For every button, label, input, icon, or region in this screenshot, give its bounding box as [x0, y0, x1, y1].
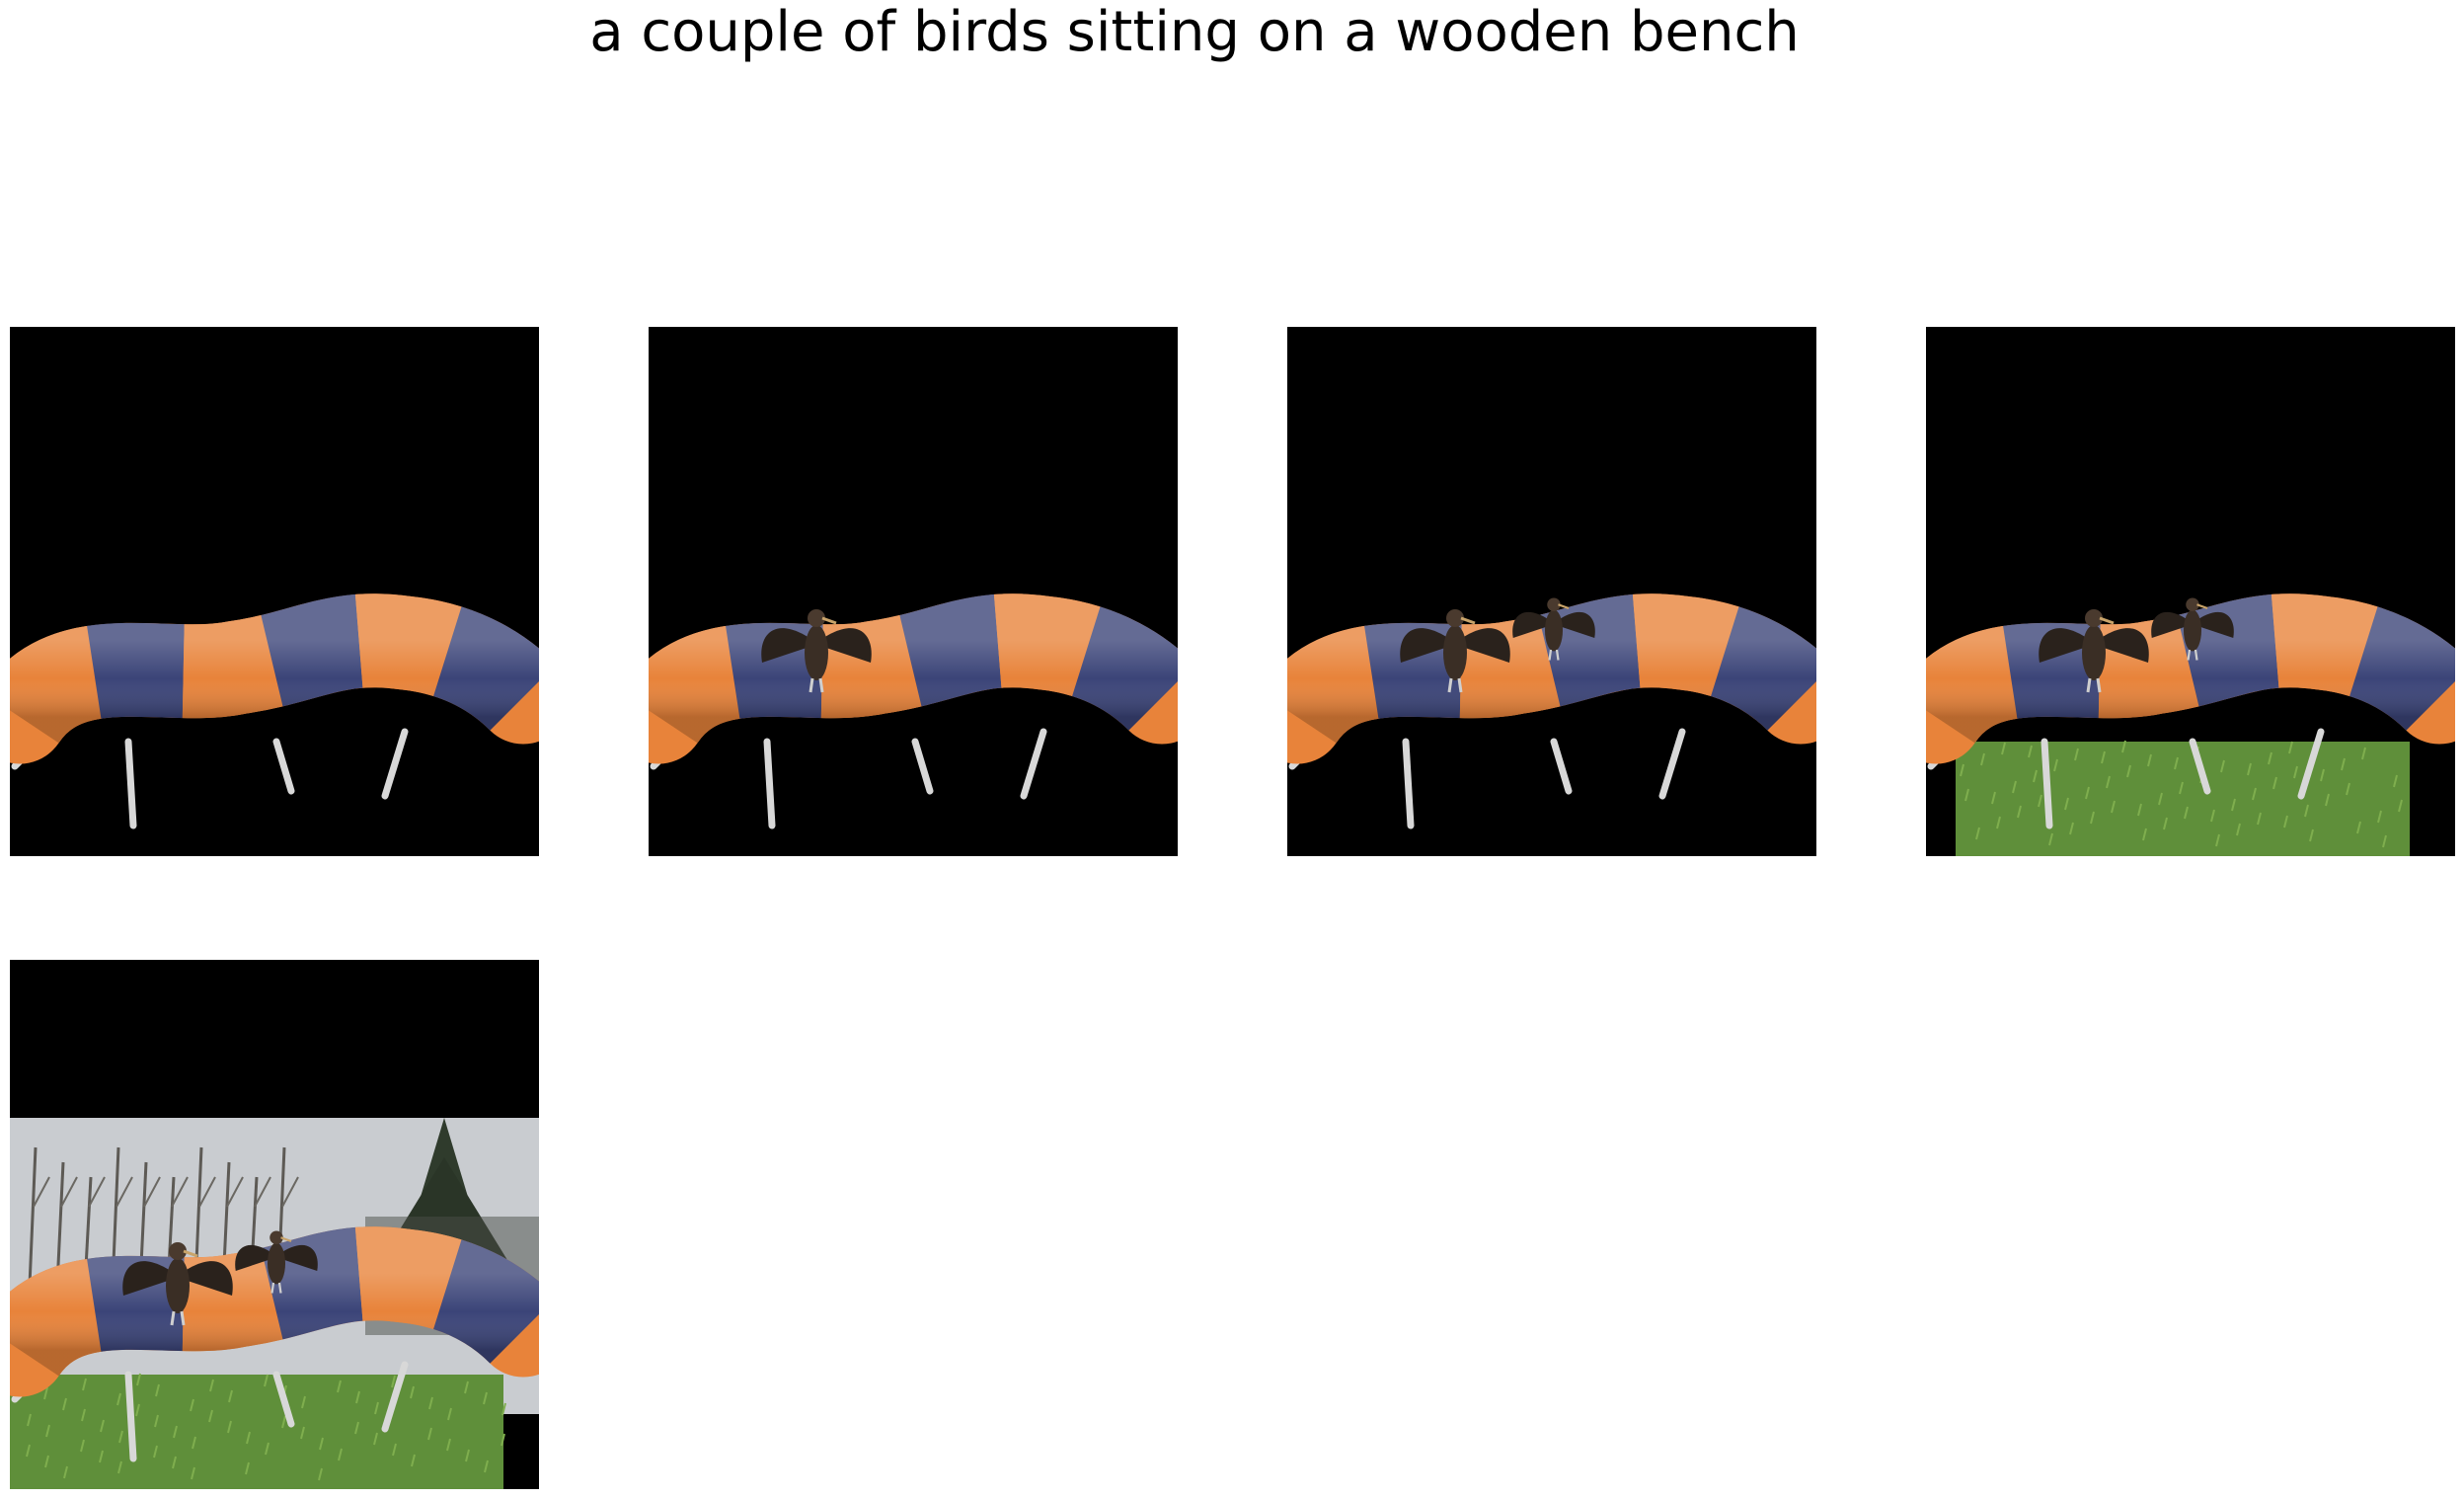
panel-3-image — [1287, 327, 1816, 856]
panel-4 — [1926, 327, 2455, 856]
black-mask — [649, 327, 1178, 856]
panel-4-image — [1926, 327, 2455, 856]
panel-5-image — [10, 960, 539, 1489]
black-mask — [10, 327, 539, 856]
panel-2 — [649, 327, 1178, 856]
panel-1 — [10, 327, 539, 856]
black-mask — [1287, 327, 1816, 856]
caption-title: a couple of birds sitting on a wooden be… — [589, 0, 1800, 64]
panel-2-image — [649, 327, 1178, 856]
panel-3 — [1287, 327, 1816, 856]
panel-1-image — [10, 327, 539, 856]
grass — [1956, 742, 2410, 856]
panel-5 — [10, 960, 539, 1489]
